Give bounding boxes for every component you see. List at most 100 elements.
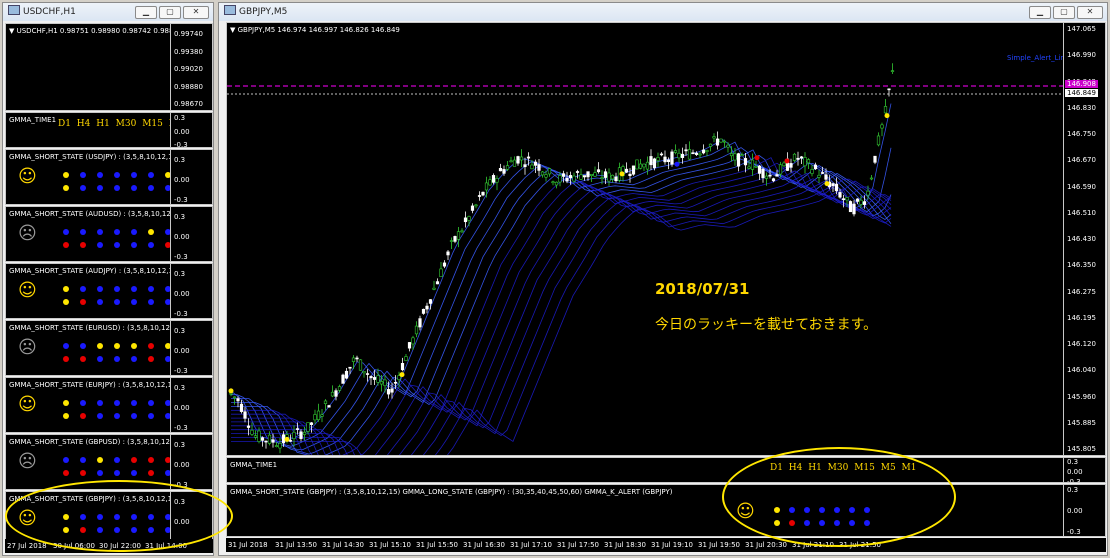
candle-down — [470, 205, 475, 211]
indicator-scale: 0.3 0.00 -0.3 — [1063, 485, 1105, 536]
candle-down — [659, 153, 664, 156]
gbpjpy-indicator-panel[interactable]: GMMA_SHORT_STATE (GBPJPY) : (3,5,8,10,12… — [226, 484, 1106, 537]
time-panel-label: GMMA_TIME1 — [9, 116, 57, 124]
candle-down — [390, 388, 394, 393]
close-button[interactable]: ✕ — [1077, 6, 1103, 19]
usdchf-time-panel[interactable]: GMMA_TIME1 D1 H4 H1 M30 M15 M5 M1 0.3 0.00-… — [5, 112, 213, 148]
candle-up — [488, 179, 492, 186]
candle-down — [761, 168, 765, 179]
minimize-button[interactable]: ▁ — [135, 6, 157, 19]
gbpjpy-price-tick: 146.590 — [1067, 182, 1096, 191]
candle-down — [344, 370, 349, 379]
indicator-label: GMMA_SHORT_STATE (GBPJPY) : (3,5,8,10,12… — [230, 488, 673, 496]
minimize-button[interactable]: ▁ — [1029, 6, 1051, 19]
close-button[interactable]: ✕ — [183, 6, 209, 19]
candle-up — [337, 386, 342, 391]
state-dot-blue — [97, 470, 103, 476]
candle-down — [239, 403, 244, 412]
usdchf-window[interactable]: USDCHF,H1 ▁ ▢ ✕ ▼ USDCHF,H1 0.98751 0.98… — [2, 2, 214, 556]
state-dot-red — [80, 242, 86, 248]
candlestick-chart[interactable] — [227, 23, 1065, 456]
time-axis-label: 31 Jul 15:50 — [416, 541, 458, 549]
candle-down — [670, 151, 674, 165]
state-dot-blue — [63, 457, 69, 463]
short-state-panel[interactable]: GMMA_SHORT_STATE (USDJPY) : (3,5,8,10,12… — [5, 149, 213, 205]
indicator-scale-tick: 0.00 — [174, 461, 190, 469]
short-state-panel[interactable]: GMMA_SHORT_STATE (AUDJPY) : (3,5,8,10,12… — [5, 263, 213, 319]
state-dot-blue — [114, 229, 120, 235]
candle-up — [512, 159, 517, 167]
annotation-text: 今日のラッキーを載せておきます。 — [655, 317, 878, 333]
candle-up — [705, 150, 709, 152]
state-dot-blue — [148, 400, 154, 406]
candle-up — [397, 375, 401, 380]
candle-down — [582, 175, 587, 178]
maximize-button[interactable]: ▢ — [1053, 6, 1075, 19]
gbpjpy-price-tick: 146.750 — [1067, 130, 1096, 138]
state-dot-yellow — [148, 229, 154, 235]
gbpjpy-time-panel[interactable]: GMMA_TIME1 D1 H4 H1 M30 M15 M5 M1 0.3 0.0… — [226, 457, 1106, 483]
candle-down — [852, 203, 856, 215]
gbpjpy-price-tick: 146.120 — [1067, 340, 1096, 348]
candle-up — [579, 174, 583, 180]
candle-down — [463, 217, 468, 223]
candle-up — [257, 430, 261, 442]
candle-down — [295, 428, 300, 430]
candle-down — [425, 305, 429, 310]
gbpjpy-price-tick: 147.065 — [1067, 25, 1096, 33]
candle-up — [362, 371, 366, 374]
indicator-scale-tick: 0.3 — [174, 213, 186, 221]
time-axis-label: 31 Jul 19:50 — [698, 541, 740, 549]
candle-up — [810, 169, 814, 174]
candle-up — [572, 175, 576, 182]
candle-up — [509, 160, 513, 163]
state-dot-blue — [80, 185, 86, 191]
candle-down — [715, 138, 720, 146]
usdchf-price-panel[interactable]: ▼ USDCHF,H1 0.98751 0.98980 0.98742 0.98… — [5, 23, 213, 111]
time-axis-label: 31 Jul 18:30 — [604, 541, 646, 549]
gbpjpy-price-tick: 145.885 — [1067, 418, 1096, 427]
state-dot-blue — [148, 413, 154, 419]
gbpjpy-price-panel[interactable]: ▼ GBPJPY,M5 146.974 146.997 146.826 146.… — [226, 22, 1106, 456]
candle-up — [719, 138, 723, 143]
candle-down — [887, 88, 891, 91]
gbpjpy-price-tick: 146.430 — [1067, 235, 1096, 243]
maximize-button[interactable]: ▢ — [159, 6, 181, 19]
gmma-line — [231, 154, 892, 455]
main-window-titlebar[interactable]: GBPJPY,M5 ▁ ▢ ✕ — [219, 3, 1107, 21]
indicator-scale-tick: 0.3 — [174, 441, 186, 449]
candle-up — [232, 396, 237, 399]
state-dot-blue — [97, 185, 103, 191]
short-state-panel[interactable]: GMMA_SHORT_STATE (EURJPY) : (3,5,8,10,12… — [5, 377, 213, 433]
state-dot-blue — [114, 356, 120, 362]
candle-up — [803, 157, 807, 167]
short-state-panel[interactable]: GMMA_SHORT_STATE (EURUSD) : (3,5,8,10,12… — [5, 320, 213, 376]
short-state-panel[interactable]: GMMA_SHORT_STATE (AUDUSD) : (3,5,8,10,12… — [5, 206, 213, 262]
candle-down — [446, 251, 450, 256]
candle-down — [855, 198, 860, 202]
gbpjpy-price-tick: 146.040 — [1067, 366, 1096, 375]
state-dot-blue — [131, 242, 137, 248]
candle-up — [313, 414, 317, 421]
dropdown-arrow-icon[interactable]: ▼ — [9, 27, 17, 35]
left-window-titlebar[interactable]: USDCHF,H1 ▁ ▢ ✕ — [3, 3, 213, 21]
candle-up — [747, 166, 751, 169]
neutral-smiley-icon: ☹ — [18, 223, 37, 244]
candle-up — [302, 431, 307, 435]
state-dot-red — [148, 356, 154, 362]
highlight-ellipse-right — [722, 447, 956, 547]
indicator-scale-tick: 0.00 — [174, 290, 190, 298]
indicator-scale: 0.3 0.00 -0.3 — [170, 264, 212, 318]
time-axis-label: 31 Jul 20:30 — [745, 541, 787, 549]
usdchf-price-tick: 0.98670 — [174, 100, 203, 108]
candle-down — [523, 164, 527, 168]
candle-up — [740, 154, 744, 156]
candle-down — [400, 362, 405, 371]
usdchf-price-tick: 0.98880 — [174, 82, 203, 91]
candle-down — [243, 411, 247, 419]
state-dot-yellow — [131, 343, 137, 349]
state-dot-blue — [80, 286, 86, 292]
time-axis-label: 31 Jul 13:50 — [275, 541, 317, 549]
candle-down — [281, 434, 286, 444]
gbpjpy-price-tick: 145.960 — [1067, 392, 1096, 401]
